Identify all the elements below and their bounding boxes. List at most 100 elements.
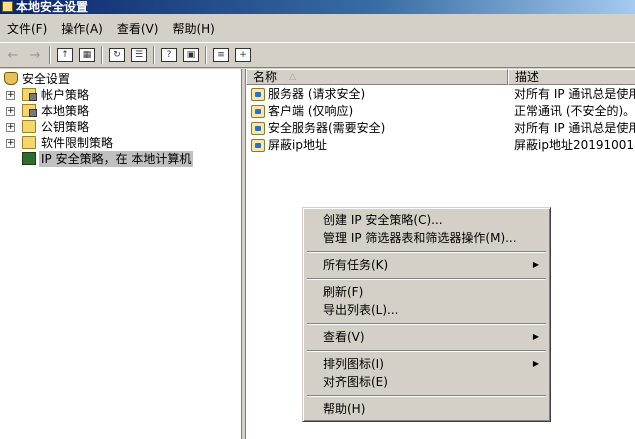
menu-item-view[interactable]: 查看(V) ▶ <box>306 328 547 346</box>
folder-lock-icon <box>22 88 37 101</box>
folder-icon <box>22 120 36 133</box>
context-menu: 创建 IP 安全策略(C)... 管理 IP 筛选器表和筛选器操作(M)... … <box>302 207 551 422</box>
toolbar-separator <box>205 46 207 64</box>
app-icon <box>2 1 13 12</box>
menu-item-label: 查看(V) <box>323 330 365 344</box>
tree-root-label: 安全设置 <box>22 72 71 86</box>
sort-ascending-icon: △ <box>289 72 296 82</box>
submenu-arrow-icon: ▶ <box>532 260 539 269</box>
ip-policy-icon <box>251 139 265 152</box>
menu-item-manage-filters[interactable]: 管理 IP 筛选器表和筛选器操作(M)... <box>306 229 547 247</box>
list-item-description: 屏蔽ip地址20191001 <box>514 138 635 152</box>
expand-icon[interactable]: + <box>6 123 15 132</box>
tree-item-software-restriction[interactable]: + 软件限制策略 <box>0 135 241 151</box>
add-policy-icon: + <box>235 48 251 62</box>
title-bar: 本地安全设置 <box>0 0 635 14</box>
list-item-name: 安全服务器(需要安全) <box>268 121 386 135</box>
list-item[interactable]: 客户端 (仅响应) 正常通讯 (不安全的)。 <box>246 103 635 120</box>
menu-view[interactable]: 查看(V) <box>110 18 166 40</box>
menu-item-label: 排列图标(I) <box>323 357 384 371</box>
computer-icon <box>22 152 36 165</box>
refresh-icon: ↻ <box>109 48 125 62</box>
menu-separator <box>307 323 546 325</box>
shield-icon <box>4 72 18 85</box>
toolbar-separator <box>49 46 51 64</box>
menu-item-export-list[interactable]: 导出列表(L)... <box>306 301 547 319</box>
menu-file[interactable]: 文件(F) <box>0 18 54 40</box>
manage-filters-icon: ≡ <box>213 48 229 62</box>
menu-item-all-tasks[interactable]: 所有任务(K) ▶ <box>306 256 547 274</box>
properties-button[interactable]: ▣ <box>180 44 202 66</box>
menu-item-label: 所有任务(K) <box>323 258 389 272</box>
submenu-arrow-icon: ▶ <box>532 359 539 368</box>
expand-icon[interactable]: + <box>6 139 15 148</box>
up-one-level-button[interactable]: ↑ <box>54 44 76 66</box>
ip-policy-icon <box>251 122 265 135</box>
back-arrow-icon: ← <box>7 47 19 63</box>
tree-root-security-settings[interactable]: 安全设置 <box>0 71 241 87</box>
back-button[interactable]: ← <box>2 44 24 66</box>
list-item-name: 服务器 (请求安全) <box>268 87 366 101</box>
menu-separator <box>307 350 546 352</box>
tree-pane: 安全设置 + 帐户策略 + 本地策略 + 公钥策略 + 软件限制策略 IP 安全… <box>0 69 242 439</box>
tree-item-ip-security[interactable]: IP 安全策略，在 本地计算机 <box>0 151 241 167</box>
folder-lock-icon <box>22 104 37 117</box>
up-folder-icon: ↑ <box>57 48 73 62</box>
list-item-description: 正常通讯 (不安全的)。 <box>514 104 635 118</box>
ip-policy-icon <box>251 105 265 118</box>
column-header-name[interactable]: 名称 △ <box>246 69 508 85</box>
export-list-icon: ☰ <box>131 48 147 62</box>
tree-item-label: 本地策略 <box>41 104 90 118</box>
ip-policy-icon <box>251 88 265 101</box>
column-description-label: 描述 <box>515 70 540 84</box>
list-item-name: 客户端 (仅响应) <box>268 104 354 118</box>
export-list-button[interactable]: ☰ <box>128 44 150 66</box>
show-hide-tree-icon: ▦ <box>79 48 95 62</box>
forward-button[interactable]: → <box>24 44 46 66</box>
menu-help[interactable]: 帮助(H) <box>165 18 221 40</box>
list-item-description: 对所有 IP 通讯总是使用 <box>514 87 635 101</box>
tree-item-account-policy[interactable]: + 帐户策略 <box>0 87 241 103</box>
menu-item-refresh[interactable]: 刷新(F) <box>306 283 547 301</box>
column-header-description[interactable]: 描述 <box>508 69 635 85</box>
menu-separator <box>307 251 546 253</box>
menu-separator <box>307 278 546 280</box>
toolbar: ← → ↑ ▦ ↻ ☰ ? ▣ ≡ + <box>0 42 635 68</box>
tree-view: 安全设置 + 帐户策略 + 本地策略 + 公钥策略 + 软件限制策略 IP 安全… <box>0 69 241 167</box>
tree-item-public-key-policy[interactable]: + 公钥策略 <box>0 119 241 135</box>
menu-bar: 文件(F) 操作(A) 查看(V) 帮助(H) <box>0 16 635 42</box>
toolbar-separator <box>101 46 103 64</box>
tree-item-label: IP 安全策略，在 本地计算机 <box>39 151 194 167</box>
menu-item-arrange-icons[interactable]: 排列图标(I) ▶ <box>306 355 547 373</box>
tree-item-label: 软件限制策略 <box>41 136 114 150</box>
help-icon: ? <box>161 48 177 62</box>
menu-action[interactable]: 操作(A) <box>54 18 110 40</box>
submenu-arrow-icon: ▶ <box>532 332 539 341</box>
folder-icon <box>22 136 36 149</box>
expand-icon[interactable]: + <box>6 107 15 116</box>
properties-icon: ▣ <box>183 48 199 62</box>
toolbar-separator <box>153 46 155 64</box>
list-item[interactable]: 服务器 (请求安全) 对所有 IP 通讯总是使用 <box>246 86 635 103</box>
list-item-description: 对所有 IP 通讯总是使用 <box>514 121 635 135</box>
menu-item-align-icons[interactable]: 对齐图标(E) <box>306 373 547 391</box>
list-item[interactable]: 安全服务器(需要安全) 对所有 IP 通讯总是使用 <box>246 120 635 137</box>
list-item-name: 屏蔽ip地址 <box>268 138 327 152</box>
manage-filters-button[interactable]: ≡ <box>210 44 232 66</box>
expand-icon[interactable]: + <box>6 91 15 100</box>
window-title: 本地安全设置 <box>16 0 89 14</box>
show-hide-tree-button[interactable]: ▦ <box>76 44 98 66</box>
tree-item-local-policy[interactable]: + 本地策略 <box>0 103 241 119</box>
tree-item-label: 帐户策略 <box>41 88 90 102</box>
list-item[interactable]: 屏蔽ip地址 屏蔽ip地址20191001 <box>246 137 635 154</box>
refresh-button[interactable]: ↻ <box>106 44 128 66</box>
menu-item-help[interactable]: 帮助(H) <box>306 400 547 418</box>
forward-arrow-icon: → <box>29 47 41 63</box>
tree-item-label: 公钥策略 <box>41 120 90 134</box>
menu-item-create-ip-policy[interactable]: 创建 IP 安全策略(C)... <box>306 211 547 229</box>
list-header: 名称 △ 描述 <box>246 69 635 85</box>
help-button[interactable]: ? <box>158 44 180 66</box>
add-policy-button[interactable]: + <box>232 44 254 66</box>
column-name-label: 名称 <box>253 70 278 84</box>
menu-separator <box>307 395 546 397</box>
